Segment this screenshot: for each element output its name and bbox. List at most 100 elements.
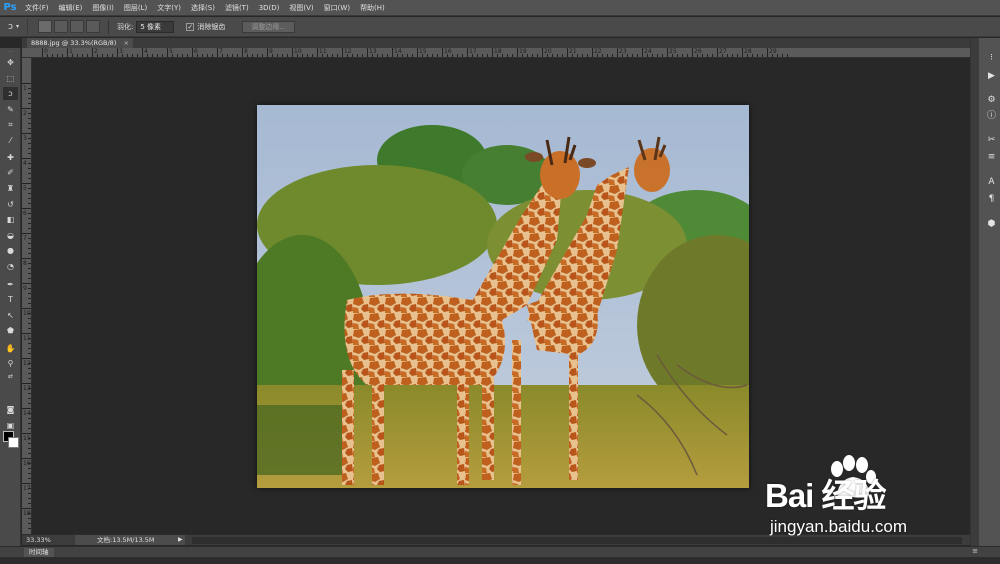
ruler-tick: [292, 48, 293, 57]
new-selection-button[interactable]: [38, 20, 52, 33]
ruler-vertical[interactable]: 1 2 3 4 5 6 7 8 9 10 11 12 13 14 15 16 17 18: [22, 58, 32, 534]
shape-tool-icon[interactable]: ⬟: [3, 324, 18, 337]
brush-presets-icon[interactable]: ✂: [985, 134, 998, 146]
ruler-tick: [28, 338, 31, 339]
zoom-level[interactable]: 33.33%: [26, 536, 51, 544]
ruler-tick: [22, 183, 31, 184]
ruler-tick: [272, 54, 273, 57]
ruler-tick: [28, 518, 31, 519]
status-menu-arrow-icon[interactable]: ▶: [178, 536, 183, 543]
move-tool-icon[interactable]: ✥: [3, 56, 18, 69]
right-panel-strip: ⁝ ▶ ⚙ ⓘ ✂ ≡ A ¶ ⬢: [970, 38, 1000, 546]
refine-edge-button[interactable]: 调整边缘...: [242, 20, 296, 33]
ruler-tick: [28, 423, 31, 424]
ruler-tick: [28, 293, 31, 294]
info-icon[interactable]: ⓘ: [985, 110, 998, 122]
timeline-tab[interactable]: 时间轴: [24, 548, 54, 557]
tool-preset-picker[interactable]: ↄ ▾: [0, 18, 28, 35]
antialias-checkbox[interactable]: ✓: [186, 22, 195, 31]
ruler-tick: [302, 54, 303, 57]
menu-select[interactable]: 选择(S): [186, 0, 220, 16]
menu-type[interactable]: 文字(Y): [152, 0, 186, 16]
hand-tool-icon[interactable]: ✋: [3, 342, 18, 355]
eyedropper-tool-icon[interactable]: ⁄: [3, 134, 18, 147]
quick-mask-icon[interactable]: ◙: [3, 403, 18, 416]
ruler-tick: [28, 418, 31, 419]
ruler-tick: [512, 54, 513, 57]
ruler-tick: [232, 54, 233, 57]
pen-tool-icon[interactable]: ✒: [3, 278, 18, 291]
chevron-down-icon: ▾: [15, 23, 19, 30]
zoom-tool-icon[interactable]: ⚲: [3, 357, 18, 370]
clone-stamp-tool-icon[interactable]: ♜: [3, 182, 18, 195]
screen-mode-icon[interactable]: ▣: [3, 419, 18, 432]
ruler-tick: [747, 54, 748, 57]
ruler-tick: [722, 54, 723, 57]
ruler-tick: [252, 54, 253, 57]
menu-help[interactable]: 帮助(H): [355, 0, 390, 16]
menu-view[interactable]: 视图(V): [284, 0, 318, 16]
ruler-tick: [487, 54, 488, 57]
path-selection-tool-icon[interactable]: ↖: [3, 309, 18, 322]
menu-filter[interactable]: 滤镜(T): [220, 0, 254, 16]
ruler-tick: [28, 188, 31, 189]
type-tool-icon[interactable]: T: [3, 293, 18, 306]
character-icon[interactable]: A: [985, 176, 998, 188]
menu-edit[interactable]: 编辑(E): [54, 0, 88, 16]
adjustments-icon[interactable]: ⚙: [985, 94, 998, 106]
ruler-tick: [28, 468, 31, 469]
document-image[interactable]: [257, 105, 749, 488]
ruler-tick: [22, 83, 31, 84]
ruler-tick: [312, 54, 313, 57]
ruler-tick: [22, 308, 31, 309]
menu-3d[interactable]: 3D(D): [254, 0, 285, 16]
ruler-tick: [22, 133, 31, 134]
lasso-tool-icon[interactable]: ↄ: [3, 87, 18, 100]
background-color-swatch[interactable]: [8, 437, 19, 448]
paint-bucket-tool-icon[interactable]: ◒: [3, 229, 18, 242]
panel-collapse-icon[interactable]: ⁝: [985, 52, 998, 64]
document-tab[interactable]: 8888.jpg @ 33.3%(RGB/8) ×: [27, 38, 133, 48]
ruler-horizontal[interactable]: 0 1 2 3 4 5 6 7 8 9 10 11 12 13 14 15 16 17 18 19 20 21 22 23 24…: [22, 48, 970, 58]
swap-colors-icon[interactable]: ⇄: [3, 370, 18, 383]
subtract-from-selection-button[interactable]: [70, 20, 84, 33]
quick-selection-tool-icon[interactable]: ✎: [3, 103, 18, 116]
ruler-tick: [567, 48, 568, 57]
ruler-tick: [28, 128, 31, 129]
menu-image[interactable]: 图像(I): [87, 0, 119, 16]
vertical-scrollbar[interactable]: [971, 38, 979, 546]
play-actions-icon[interactable]: ▶: [985, 70, 998, 82]
ruler-tick: [28, 103, 31, 104]
ruler-tick: [517, 48, 518, 57]
ruler-tick: [28, 248, 31, 249]
feather-input[interactable]: [136, 20, 175, 33]
3d-icon[interactable]: ⬢: [985, 218, 998, 230]
ruler-tick: [447, 54, 448, 57]
crop-tool-icon[interactable]: ⌗: [3, 118, 18, 131]
dodge-tool-icon[interactable]: ◔: [3, 260, 18, 273]
healing-brush-tool-icon[interactable]: ✚: [3, 151, 18, 164]
intersect-selection-button[interactable]: [86, 20, 100, 33]
menu-window[interactable]: 窗口(W): [319, 0, 355, 16]
ruler-tick: [28, 228, 31, 229]
ruler-tick: [357, 54, 358, 57]
ruler-tick: [622, 54, 623, 57]
brush-tool-icon[interactable]: ✐: [3, 166, 18, 179]
paragraph-icon[interactable]: ¶: [985, 193, 998, 205]
panel-menu-icon[interactable]: ≡: [972, 547, 978, 555]
menu-file[interactable]: 文件(F): [20, 0, 54, 16]
blur-tool-icon[interactable]: ●: [3, 244, 18, 257]
ruler-tick: [28, 148, 31, 149]
ruler-tick: [28, 163, 31, 164]
marquee-tool-icon[interactable]: ⬚: [3, 72, 18, 85]
add-to-selection-button[interactable]: [54, 20, 68, 33]
ruler-tick: [77, 54, 78, 57]
ruler-tick: [28, 398, 31, 399]
menu-layer[interactable]: 图层(L): [119, 0, 152, 16]
history-brush-tool-icon[interactable]: ↺: [3, 198, 18, 211]
ruler-tick: [28, 218, 31, 219]
brush-settings-icon[interactable]: ≡: [985, 151, 998, 163]
ruler-tick: [682, 54, 683, 57]
close-icon[interactable]: ×: [123, 39, 128, 47]
eraser-tool-icon[interactable]: ◧: [3, 213, 18, 226]
